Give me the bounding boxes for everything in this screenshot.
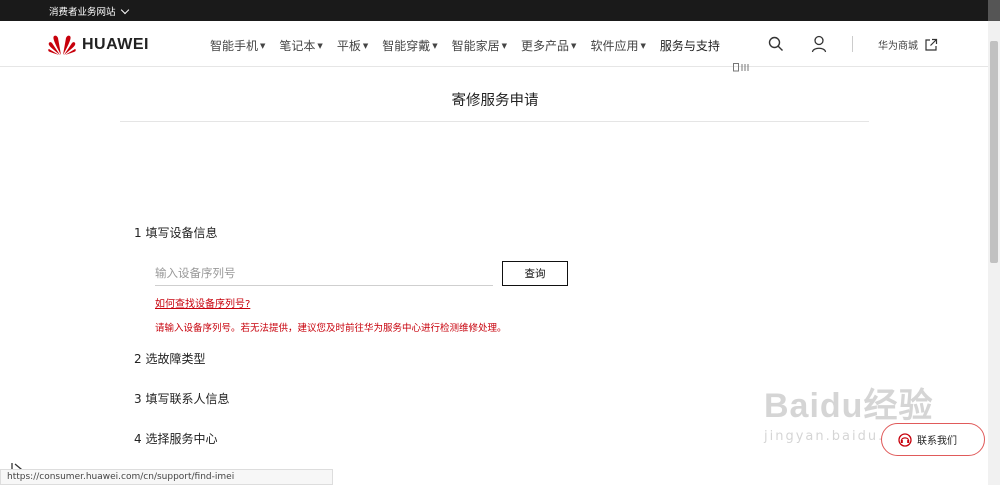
contact-us-button[interactable]: 联系我们 [881,423,985,456]
page-title: 寄修服务申请 [451,93,539,109]
site-switcher-label: 消费者业务网站 [49,7,116,18]
caret-down-icon: ▼ [571,41,577,50]
nav-item-apps[interactable]: 软件应用 ▼ [590,37,645,54]
nav-item-smart-home[interactable]: 智能家居 ▼ [452,37,507,54]
brand-name: HUAWEI [82,36,149,53]
caret-down-icon: ▼ [317,41,323,50]
serial-warning-text: 请输入设备序列号。若无法提供，建议您及时前往华为服务中心进行检测维修处理。 [155,323,507,334]
nav-item-label: 服务与支持 [659,39,720,53]
find-serial-help-link[interactable]: 如何查找设备序列号? [155,295,250,310]
nav-item-label: 智能手机 [210,39,259,53]
caret-down-icon: ▼ [640,41,646,50]
nav-item-laptops[interactable]: 笔记本 ▼ [279,37,322,54]
top-bar: 消费者业务网站 [0,0,1000,21]
caret-down-icon: ▼ [260,41,266,50]
nav-item-tablets[interactable]: 平板 ▼ [337,37,368,54]
search-button[interactable] [768,36,784,56]
scrollbar-thumb[interactable] [990,41,998,263]
nav-item-phones[interactable]: 智能手机 ▼ [210,37,265,54]
status-bar-url: https://consumer.huawei.com/cn/support/f… [0,469,333,485]
serial-number-input[interactable] [155,260,493,286]
nav-item-label: 更多产品 [521,39,570,53]
step-contact-info[interactable]: 3 填写联系人信息 [134,390,229,407]
query-button[interactable]: 查询 [502,261,568,286]
step-device-info[interactable]: 1 填写设备信息 [134,224,217,241]
small-device-icon [733,63,749,75]
huawei-flower-icon [48,35,76,55]
nav-item-wearables[interactable]: 智能穿戴 ▼ [382,37,437,54]
nav-menu: 智能手机 ▼ 笔记本 ▼ 平板 ▼ 智能穿戴 ▼ 智能家居 ▼ 更多产品 ▼ 软件应用 ▼ 服… [210,37,734,54]
search-icon [768,36,783,51]
user-icon [811,35,827,53]
vmall-link[interactable]: 华为商城 [878,37,938,52]
watermark-main: Baidu经验 [764,387,934,425]
nav-item-support[interactable]: 服务与支持 [660,37,720,54]
nav-item-label: 智能家居 [451,39,500,53]
customer-service-icon [898,432,912,447]
nav-item-label: 智能穿戴 [382,39,431,53]
contact-us-label: 联系我们 [917,436,957,447]
nav-divider [852,36,853,52]
vmall-label: 华为商城 [878,41,918,52]
external-link-icon [925,38,938,51]
step-service-center[interactable]: 4 选择服务中心 [134,430,217,447]
step-fault-type[interactable]: 2 选故障类型 [134,350,205,367]
nav-item-label: 软件应用 [590,39,639,53]
site-switcher[interactable]: 消费者业务网站 [49,4,129,18]
chevron-down-icon [120,5,129,14]
scroll-corner [988,0,1000,21]
account-button[interactable] [811,35,827,57]
huawei-logo[interactable]: HUAWEI [48,34,149,56]
main-nav: HUAWEI 智能手机 ▼ 笔记本 ▼ 平板 ▼ 智能穿戴 ▼ 智能家居 ▼ 更多产品 ▼ … [0,21,1000,67]
nav-item-label: 笔记本 [279,39,316,53]
nav-item-more-products[interactable]: 更多产品 ▼ [521,37,576,54]
caret-down-icon: ▼ [432,41,438,50]
title-divider [120,121,869,122]
caret-down-icon: ▼ [501,41,508,50]
caret-down-icon: ▼ [362,41,369,50]
nav-item-label: 平板 [336,39,361,53]
